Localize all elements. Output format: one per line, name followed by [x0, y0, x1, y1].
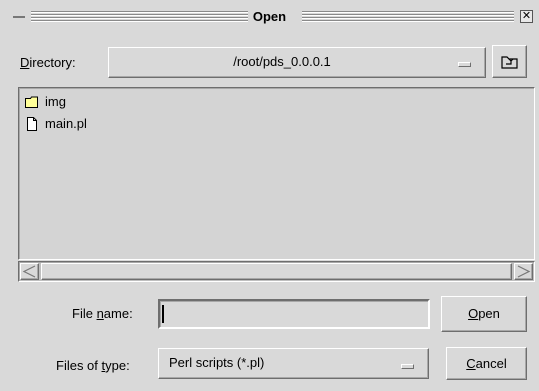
file-list[interactable]: img main.pl: [18, 87, 535, 260]
directory-combo[interactable]: /root/pds_0.0.0.1: [108, 47, 486, 78]
open-button[interactable]: Open: [441, 296, 527, 332]
scroll-left-button[interactable]: [20, 263, 39, 280]
directory-value: /root/pds_0.0.0.1: [233, 54, 331, 69]
folder-icon: [25, 96, 38, 108]
cancel-button[interactable]: Cancel: [446, 347, 527, 380]
filename-input[interactable]: [158, 299, 430, 329]
title-bar[interactable]: Open ✕: [0, 6, 539, 28]
filetype-combo[interactable]: Perl scripts (*.pl): [158, 348, 429, 379]
folder-up-icon: [501, 56, 518, 69]
scrollbar-trough[interactable]: [41, 263, 512, 280]
filetype-label: Files of type:: [56, 358, 130, 373]
horizontal-scrollbar[interactable]: [18, 261, 535, 282]
combo-arrow-icon: [401, 364, 414, 369]
up-directory-button[interactable]: [492, 45, 527, 78]
filename-label: File name:: [72, 306, 133, 321]
combo-arrow-icon: [458, 62, 471, 67]
close-icon[interactable]: ✕: [520, 10, 533, 23]
directory-label: Directory:: [20, 55, 76, 70]
filetype-value: Perl scripts (*.pl): [169, 355, 265, 370]
scroll-right-button[interactable]: [514, 263, 533, 280]
file-icon: [27, 117, 37, 131]
text-cursor: [162, 305, 164, 323]
window-title: Open: [0, 8, 539, 26]
open-dialog: Open ✕ Directory: /root/pds_0.0.0.1 img …: [0, 0, 539, 391]
arrow-right-icon: [517, 265, 531, 278]
arrow-left-icon: [22, 265, 36, 278]
